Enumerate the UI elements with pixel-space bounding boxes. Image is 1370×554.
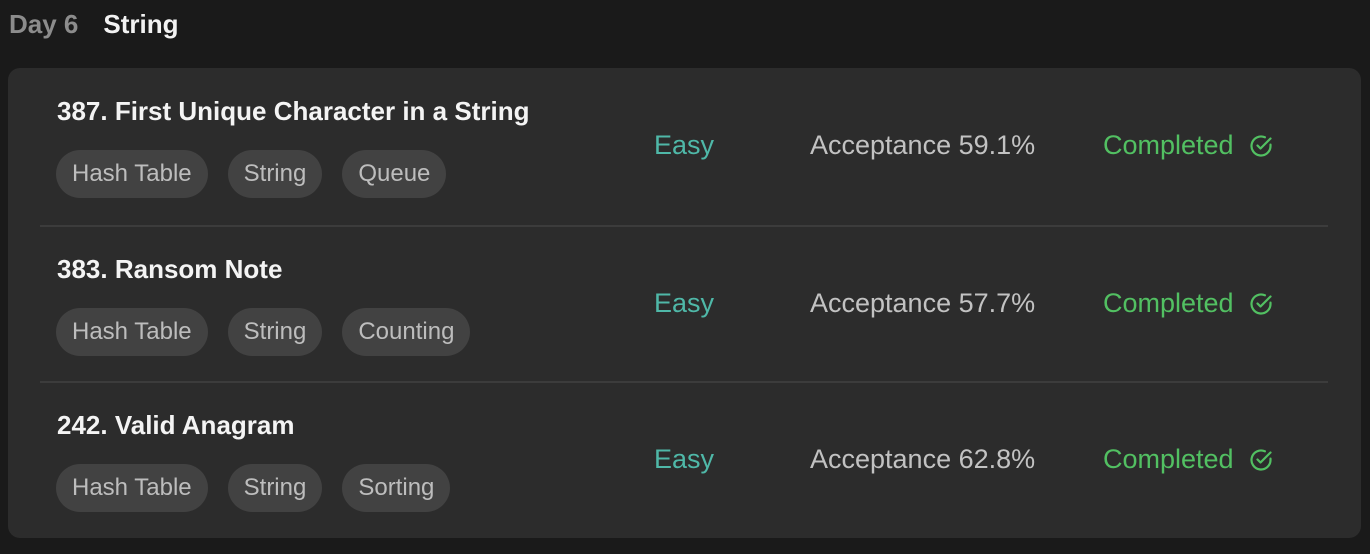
difficulty-label: Easy [654, 130, 715, 160]
problem-list: 387. First Unique Character in a String … [8, 68, 1361, 538]
status-label: Completed [1103, 444, 1234, 474]
tag-chip[interactable]: String [227, 150, 323, 198]
status-completed: Completed [1103, 444, 1274, 475]
problem-row[interactable]: 242. Valid Anagram Hash Table String Sor… [40, 384, 1328, 540]
tag-chip[interactable]: Hash Table [56, 308, 208, 356]
difficulty-label: Easy [654, 444, 715, 474]
acceptance-rate: Acceptance 57.7% [810, 288, 1036, 318]
problem-row[interactable]: 383. Ransom Note Hash Table String Count… [40, 228, 1328, 384]
day-label: Day 6 [9, 8, 79, 39]
acceptance-rate: Acceptance 62.8% [810, 444, 1036, 474]
section-header: Day 6 String [9, 6, 179, 42]
tag-chip[interactable]: Sorting [342, 464, 451, 512]
check-circle-icon [1248, 447, 1274, 473]
status-label: Completed [1103, 130, 1234, 160]
section-title: String [103, 8, 179, 39]
row-divider [40, 381, 1328, 383]
problem-row[interactable]: 387. First Unique Character in a String … [40, 70, 1328, 226]
tag-chip[interactable]: Counting [342, 308, 471, 356]
status-completed: Completed [1103, 130, 1274, 161]
tag-list: Hash Table String Queue [56, 150, 447, 198]
tag-list: Hash Table String Sorting [56, 464, 451, 512]
problem-title[interactable]: 242. Valid Anagram [57, 410, 577, 441]
status-label: Completed [1103, 288, 1234, 318]
tag-chip[interactable]: String [227, 464, 323, 512]
difficulty-label: Easy [654, 288, 715, 318]
tag-chip[interactable]: String [227, 308, 323, 356]
status-completed: Completed [1103, 288, 1274, 319]
tag-chip[interactable]: Hash Table [56, 464, 208, 512]
acceptance-rate: Acceptance 59.1% [810, 130, 1036, 160]
problem-title[interactable]: 387. First Unique Character in a String [57, 96, 577, 127]
tag-list: Hash Table String Counting [56, 308, 471, 356]
tag-chip[interactable]: Queue [342, 150, 447, 198]
row-divider [40, 225, 1328, 227]
problem-title[interactable]: 383. Ransom Note [57, 254, 577, 285]
tag-chip[interactable]: Hash Table [56, 150, 208, 198]
check-circle-icon [1248, 133, 1274, 159]
check-circle-icon [1248, 291, 1274, 317]
